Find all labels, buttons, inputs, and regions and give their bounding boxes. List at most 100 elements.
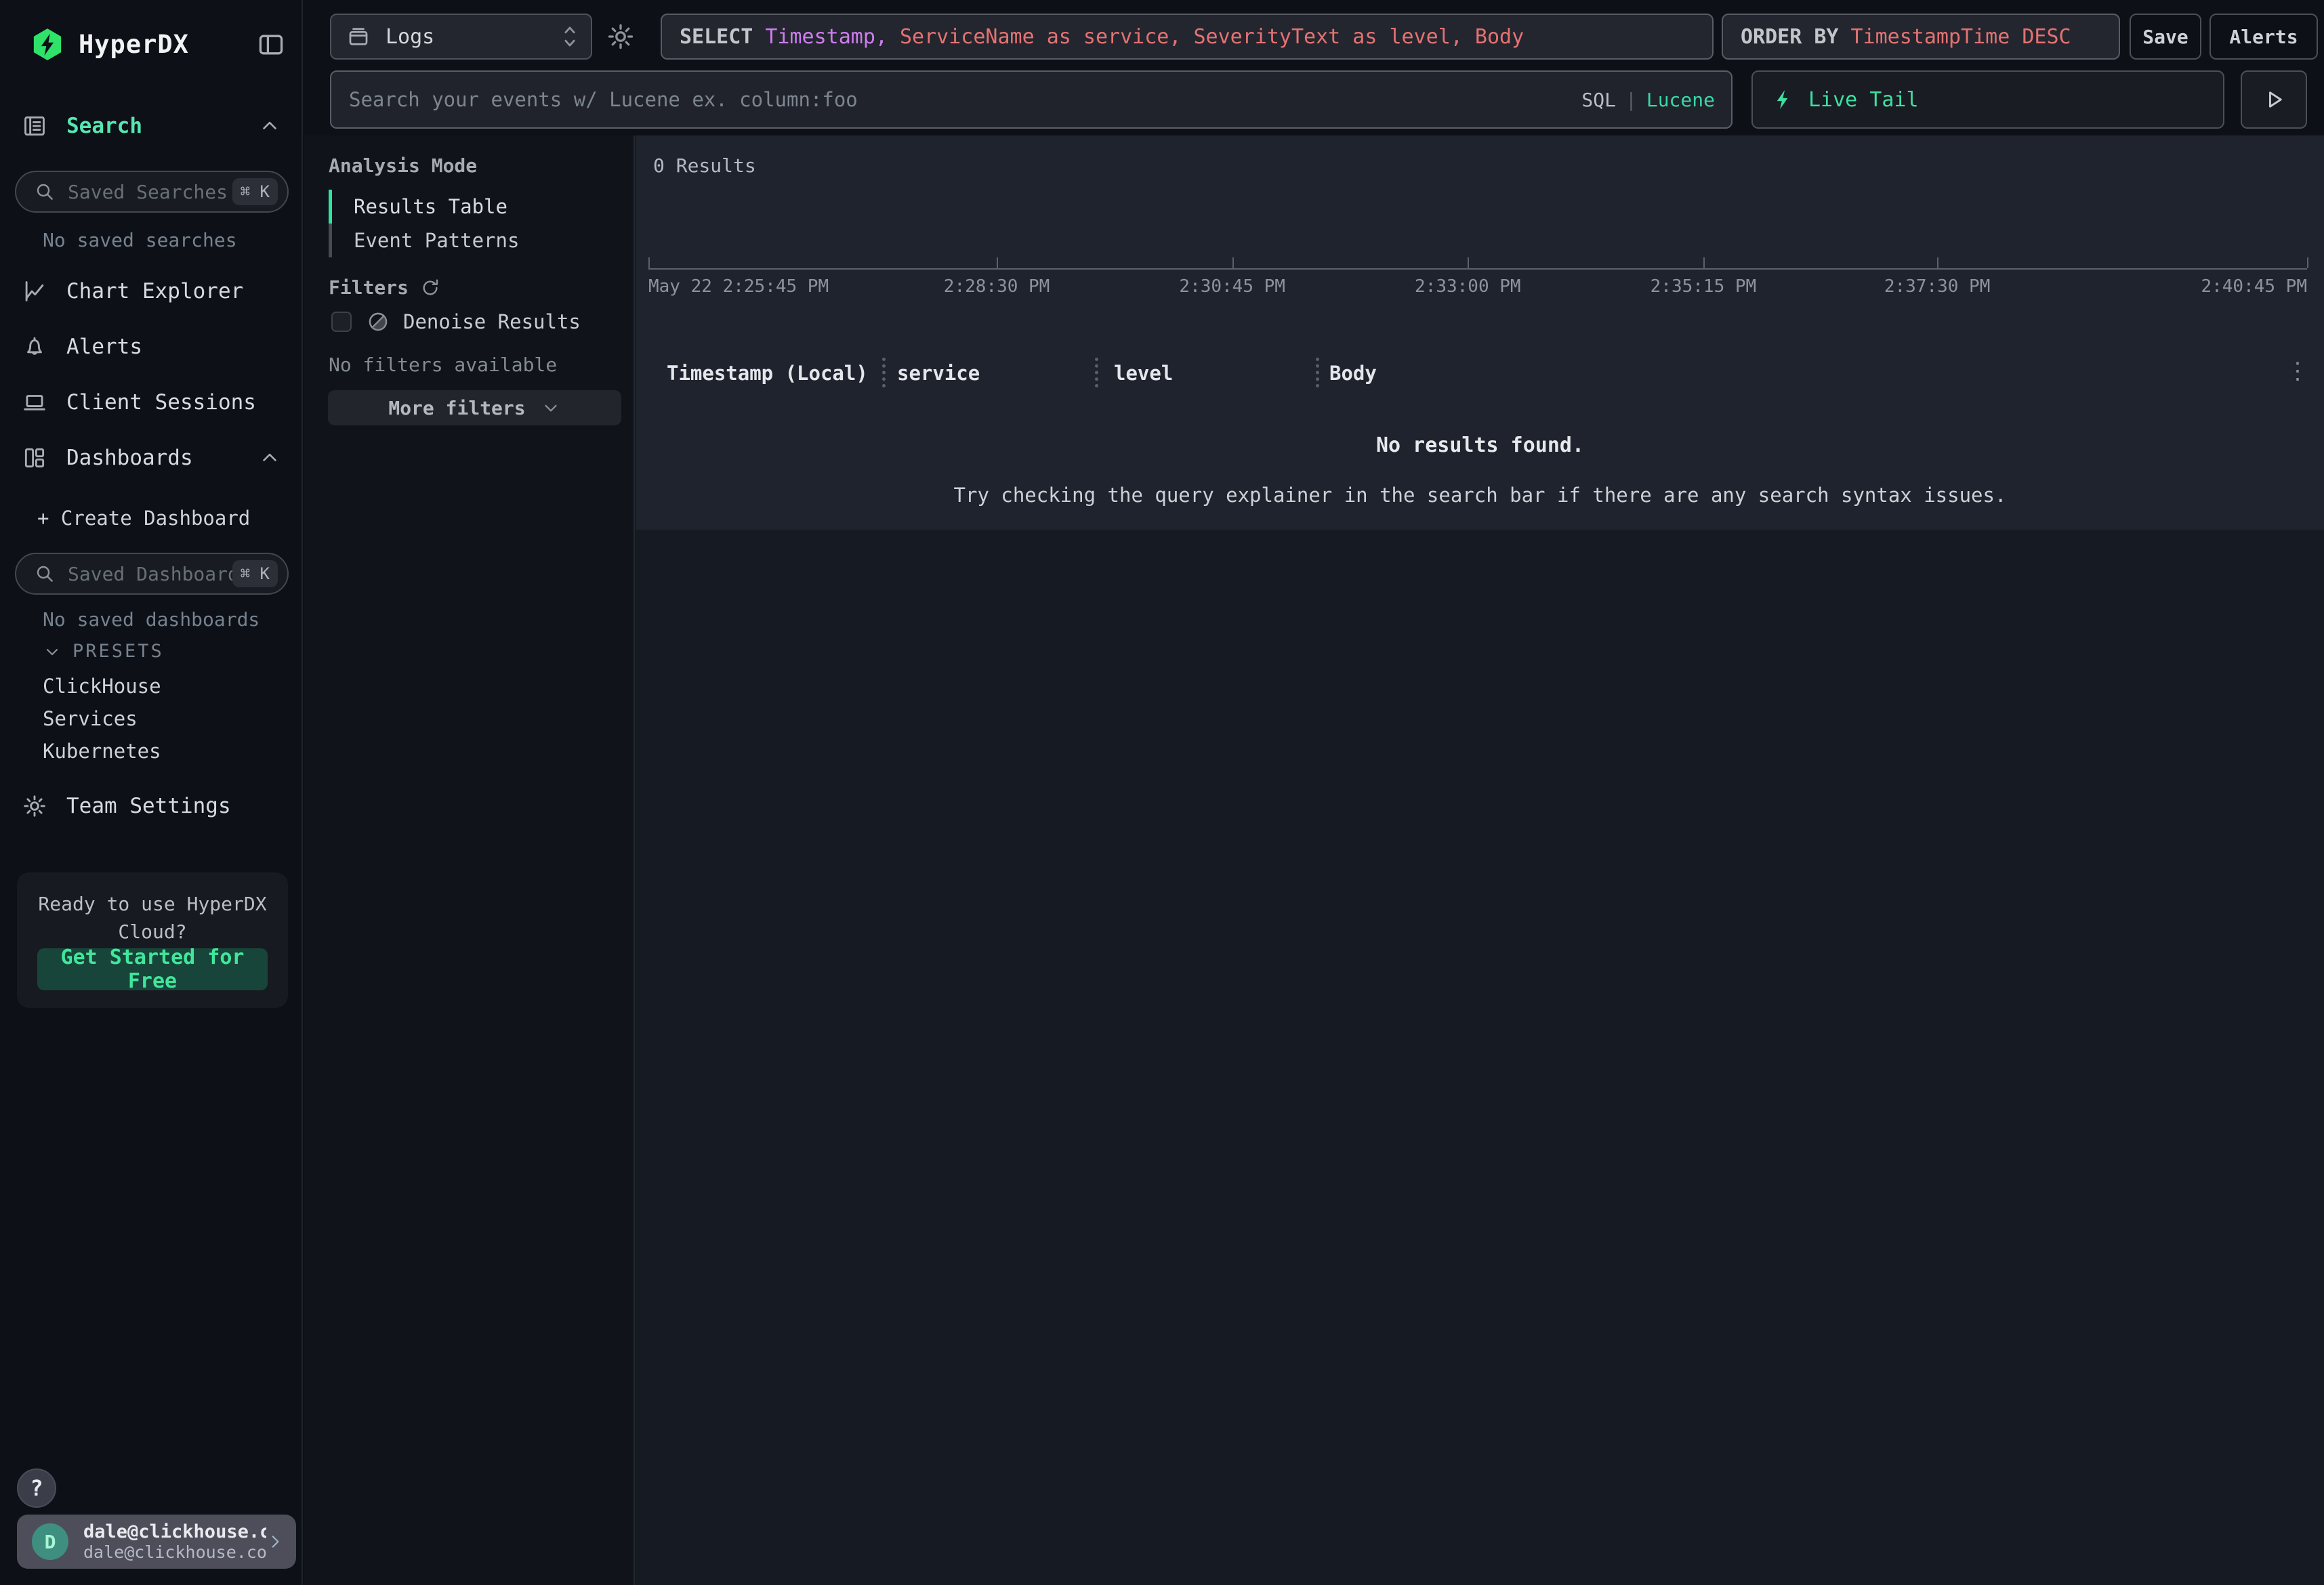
bell-icon [22,334,47,360]
brand-header: HyperDX [0,24,303,65]
order-by-value: TimestampTime DESC [1851,25,2071,49]
column-resize-handle[interactable] [1316,358,1319,387]
search-icon [34,563,56,585]
sidebar-item-team-settings[interactable]: Team Settings [0,787,303,825]
chevron-up-icon [258,446,281,469]
brand-title: HyperDX [79,30,189,59]
order-by-keyword: ORDER BY [1741,25,1839,49]
axis-tick [2307,257,2308,268]
sidebar-collapse-icon[interactable] [256,30,286,60]
alerts-button[interactable]: Alerts [2209,14,2318,60]
more-filters-button[interactable]: More filters [328,390,621,425]
preset-item-clickhouse[interactable]: ClickHouse [43,675,161,698]
order-by-input[interactable]: ORDER BY TimestampTime DESC [1722,14,2120,60]
tab-results-table[interactable]: Results Table [329,190,613,224]
column-resize-handle[interactable] [1095,358,1098,387]
event-search-input[interactable]: Search your events w/ Lucene ex. column:… [330,70,1732,129]
refresh-icon[interactable] [419,277,441,299]
analysis-mode-tabs: Results Table Event Patterns [329,190,613,257]
shortcut-badge: ⌘ K [232,178,278,205]
denoise-contrast-icon [367,310,390,333]
column-header-timestamp[interactable]: Timestamp (Local) [667,362,868,385]
axis-tick-label: 2:35:15 PM [1651,276,1757,297]
sidebar-item-client-sessions[interactable]: Client Sessions [0,383,303,421]
sidebar-item-chart-explorer[interactable]: Chart Explorer [0,272,303,310]
sidebar-item-label: Search [66,114,142,138]
select-query-input[interactable]: SELECT Timestamp, ServiceName as service… [661,14,1714,60]
axis-tick-label: 2:28:30 PM [944,276,1050,297]
cloud-promo-line2: Cloud? [17,921,288,943]
analysis-mode-title: Analysis Mode [329,154,477,177]
axis-tick [1703,257,1705,268]
denoise-results-toggle[interactable]: Denoise Results [331,310,581,333]
chevron-right-icon [266,1533,284,1550]
sidebar-item-search[interactable]: Search [0,107,303,145]
column-header-body[interactable]: Body [1329,362,1377,385]
inactive-tab-indicator [329,224,332,257]
saved-dashboards-input[interactable]: Saved Dashboards ⌘ K [15,553,289,595]
no-saved-dashboards-text: No saved dashboards [43,608,260,631]
presets-toggle[interactable]: PRESETS [43,641,164,662]
more-filters-label: More filters [388,397,525,419]
denoise-label: Denoise Results [403,310,581,333]
live-tail-button[interactable]: Live Tail [1751,70,2224,129]
sidebar-item-dashboards[interactable]: Dashboards [0,439,303,477]
sidebar-item-alerts[interactable]: Alerts [0,328,303,366]
analysis-panel: Analysis Mode Results Table Event Patter… [304,135,635,1585]
axis-tick [648,257,650,268]
user-info: dale@clickhouse.com dale@clickhouse.com'… [83,1521,266,1562]
sidebar-item-label: Client Sessions [66,390,256,415]
axis-tick-label: 2:37:30 PM [1884,276,1991,297]
axis-tick-label: May 22 2:25:45 PM [648,276,829,297]
axis-tick-label: 2:40:45 PM [2201,276,2307,297]
hyperdx-logo-icon [30,27,65,62]
empty-state-title: No results found. [636,434,2324,457]
language-sql-option[interactable]: SQL [1581,89,1616,111]
sidebar-item-label: Dashboards [66,446,193,470]
query-language-toggle: SQL | Lucene [1581,89,1715,111]
presets-label: PRESETS [72,641,164,662]
filters-title: Filters [329,276,409,299]
column-header-level[interactable]: level [1114,362,1173,385]
avatar: D [32,1523,68,1560]
axis-tick [997,257,998,268]
filters-title-row: Filters [329,276,441,299]
tab-label: Event Patterns [354,229,519,252]
table-options-kebab-icon[interactable]: ⋮ [2286,358,2309,385]
saved-searches-placeholder: Saved Searches [68,181,232,203]
column-resize-handle[interactable] [882,358,886,387]
user-email: dale@clickhouse.com [83,1521,266,1542]
results-panel: 0 Results May 22 2:25:45 PM 2:28:30 PM 2… [636,135,2324,530]
language-lucene-option[interactable]: Lucene [1646,89,1715,111]
user-menu[interactable]: D dale@clickhouse.com dale@clickhouse.co… [17,1515,296,1569]
chevron-down-icon [541,398,561,418]
preset-item-kubernetes[interactable]: Kubernetes [43,740,161,763]
source-select[interactable]: Logs [330,14,592,60]
source-settings-gear-icon[interactable] [606,22,636,51]
no-filters-text: No filters available [329,354,557,376]
run-query-button[interactable] [2241,70,2307,129]
get-started-button[interactable]: Get Started for Free [37,948,268,990]
live-tail-label: Live Tail [1808,88,1919,112]
help-button[interactable]: ? [17,1468,56,1508]
denoise-checkbox[interactable] [331,312,352,332]
hyperdx-app: HyperDX Search Saved Searches ⌘ K No sav… [0,0,2324,1585]
search-icon [34,181,56,203]
axis-tick-label: 2:33:00 PM [1415,276,1521,297]
time-axis: May 22 2:25:45 PM 2:28:30 PM 2:30:45 PM … [648,268,2307,270]
preset-item-services[interactable]: Services [43,707,138,730]
user-team: dale@clickhouse.com's [83,1542,266,1562]
event-search-placeholder: Search your events w/ Lucene ex. column:… [349,88,1581,111]
chevron-down-icon [43,642,62,661]
saved-searches-input[interactable]: Saved Searches ⌘ K [15,171,289,213]
axis-tick [1232,257,1234,268]
tab-event-patterns[interactable]: Event Patterns [329,224,613,257]
select-keyword: SELECT [680,25,753,49]
create-dashboard-button[interactable]: + Create Dashboard [37,507,250,530]
select-columns-primary: Timestamp, [765,25,888,49]
column-header-service[interactable]: service [897,362,980,385]
select-columns-rest: ServiceName as service, SeverityText as … [900,25,1524,49]
save-button[interactable]: Save [2130,14,2201,60]
sidebar-item-label: Chart Explorer [66,279,243,303]
sidebar-item-label: Alerts [66,335,142,359]
